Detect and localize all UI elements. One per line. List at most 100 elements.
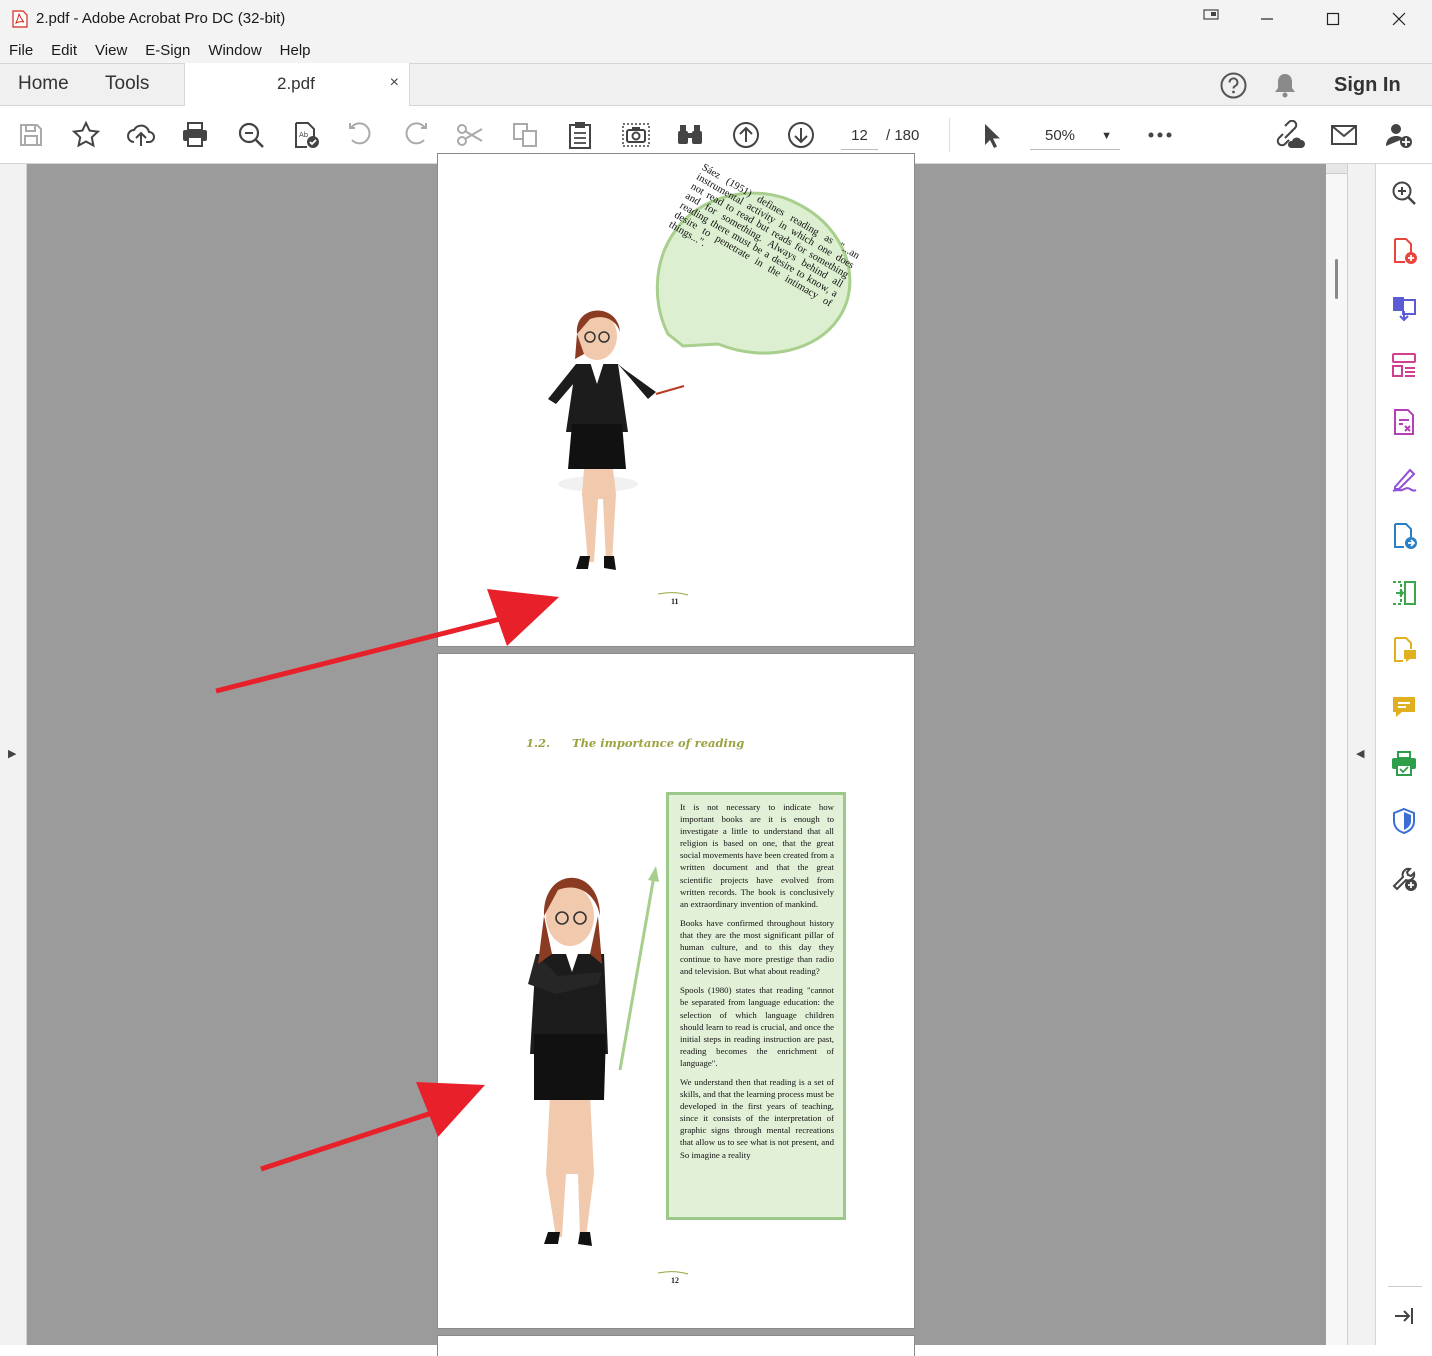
menu-window[interactable]: Window — [199, 42, 270, 59]
tool-export-pdf[interactable] — [1387, 291, 1421, 325]
print-production-icon — [1392, 751, 1416, 776]
tool-comment[interactable] — [1387, 690, 1421, 724]
paste-button[interactable] — [563, 118, 597, 152]
window-title: 2.pdf - Adobe Acrobat Pro DC (32-bit) — [36, 10, 286, 27]
menu-view[interactable]: View — [86, 42, 136, 59]
tools-pane — [1375, 164, 1432, 1345]
page-number-input[interactable]: 12 — [841, 124, 878, 150]
maximize-button[interactable] — [1300, 0, 1366, 37]
export-pdf-icon — [1393, 297, 1416, 322]
sign-in-button[interactable]: Sign In — [1334, 74, 1401, 97]
acrobat-app-icon — [12, 9, 28, 28]
expand-left-icon: ▶ — [8, 748, 17, 760]
star-icon — [71, 120, 101, 148]
copy-button[interactable] — [508, 118, 542, 152]
tool-organize-pages[interactable] — [1387, 576, 1421, 610]
close-window-button[interactable] — [1366, 0, 1432, 37]
tool-more-tools[interactable] — [1387, 861, 1421, 895]
tool-fill-sign[interactable] — [1387, 462, 1421, 496]
cursor-arrow-icon — [985, 124, 1000, 148]
bookmark-button[interactable] — [69, 118, 103, 152]
previous-page-button[interactable] — [729, 118, 763, 152]
menu-help[interactable]: Help — [271, 42, 320, 59]
save-button[interactable] — [14, 118, 48, 152]
tool-edit-pdf[interactable] — [1387, 348, 1421, 382]
right-panel-toggle[interactable]: ◀ — [1347, 164, 1375, 1345]
collapse-tools-pane-button[interactable] — [1387, 1299, 1421, 1333]
print-button[interactable] — [178, 118, 212, 152]
comment-icon — [1393, 697, 1415, 717]
tool-send-for-signature[interactable] — [1387, 519, 1421, 553]
select-tool-button[interactable] — [974, 118, 1008, 152]
add-person-icon — [1386, 124, 1412, 148]
scrollbar-thumb[interactable] — [1335, 259, 1338, 299]
document-check-icon: Ab — [295, 122, 319, 148]
minimize-button[interactable] — [1234, 0, 1300, 37]
zoom-in-icon — [1392, 181, 1416, 205]
redo-icon — [405, 122, 427, 145]
paragraph: Spools (1980) states that reading "canno… — [680, 985, 834, 1068]
notifications-bell-icon[interactable] — [1272, 72, 1298, 99]
tool-create-pdf[interactable] — [1387, 234, 1421, 268]
tab-home[interactable]: Home — [18, 73, 69, 95]
tools-divider — [1388, 1286, 1422, 1287]
undo-button[interactable] — [344, 118, 378, 152]
svg-text:Ab: Ab — [299, 131, 309, 139]
snapshot-button[interactable] — [619, 118, 653, 152]
link-cloud-icon — [1276, 120, 1305, 148]
paragraph: It is not necessary to indicate how impo… — [680, 802, 834, 909]
paragraph: Books have confirmed throughout history … — [680, 917, 834, 977]
more-tools-button[interactable] — [1143, 118, 1177, 152]
zoom-value: 50% — [1045, 127, 1076, 144]
envelope-icon — [1331, 125, 1357, 145]
menu-file[interactable]: File — [0, 42, 42, 59]
menu-edit[interactable]: Edit — [42, 42, 86, 59]
share-link-button[interactable] — [1272, 118, 1306, 152]
tool-forms[interactable] — [1387, 405, 1421, 439]
create-pdf-icon — [1394, 238, 1417, 264]
more-dots-icon — [1148, 132, 1172, 138]
shield-icon — [1393, 807, 1415, 835]
scissors-icon — [457, 124, 483, 146]
edit-layout-icon — [1392, 353, 1416, 377]
vertical-scrollbar[interactable] — [1326, 164, 1347, 1345]
tool-print-production[interactable] — [1387, 747, 1421, 781]
tab-tools[interactable]: Tools — [105, 73, 149, 95]
tool-protect[interactable] — [1387, 804, 1421, 838]
pdf-page-12: 1.2. The importance of reading It is not… — [438, 654, 914, 1328]
zoom-select[interactable]: 50% ▼ — [1030, 124, 1120, 150]
menu-bar: File Edit View E-Sign Window Help — [0, 37, 1432, 63]
maximize-icon — [1326, 12, 1340, 25]
collapse-right-icon: ◀ — [1356, 748, 1365, 760]
menu-esign[interactable]: E-Sign — [136, 42, 199, 59]
collapse-arrow-icon — [1395, 1308, 1413, 1324]
email-button[interactable] — [1327, 118, 1361, 152]
send-document-icon — [1394, 523, 1417, 549]
left-panel-toggle[interactable]: ▶ — [0, 164, 27, 1345]
arrow-down-circle-icon — [788, 122, 814, 148]
tool-zoom[interactable] — [1387, 176, 1421, 210]
wrench-plus-icon — [1392, 867, 1417, 891]
add-user-button[interactable] — [1382, 118, 1416, 152]
help-icon[interactable] — [1220, 72, 1247, 99]
tool-comment-document[interactable] — [1387, 633, 1421, 667]
undo-icon — [349, 122, 371, 145]
tab-bar: Home Tools 2.pdf × Sign In — [0, 63, 1432, 107]
next-page-button[interactable] — [784, 118, 818, 152]
scroll-up-area[interactable] — [1326, 164, 1347, 174]
pdf-page-13-top — [438, 1336, 914, 1356]
upload-button[interactable] — [124, 118, 158, 152]
redo-button[interactable] — [398, 118, 432, 152]
spell-check-button[interactable]: Ab — [289, 118, 323, 152]
document-viewer[interactable]: ▶ Sáez (1951) defines reading as "...an … — [0, 154, 1375, 1356]
close-tab-button[interactable]: × — [390, 74, 399, 92]
search-button[interactable] — [234, 118, 268, 152]
page-total: / 180 — [886, 127, 920, 144]
chevron-down-icon: ▼ — [1101, 130, 1112, 142]
document-comment-icon — [1394, 637, 1416, 662]
cloud-upload-icon — [127, 124, 155, 146]
cut-button[interactable] — [453, 118, 487, 152]
pin-icon[interactable] — [1203, 8, 1221, 22]
find-button[interactable] — [673, 118, 707, 152]
tab-document[interactable]: 2.pdf × — [184, 63, 410, 107]
